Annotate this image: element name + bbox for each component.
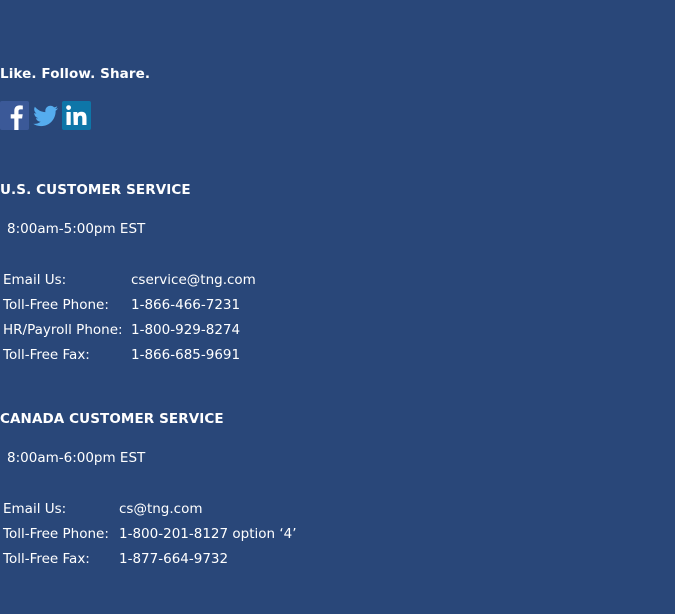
us-email-label: Email Us: <box>3 271 67 288</box>
table-row: HR/Payroll Phone: 1-800-929-8274 <box>0 317 256 342</box>
canada-email-link[interactable]: cs@tng.com <box>116 496 297 521</box>
table-row: Toll-Free Phone: 1-866-466-7231 <box>0 292 256 317</box>
us-phone-label: Toll-Free Phone: <box>3 296 109 313</box>
canada-service-hours: 8:00am-6:00pm EST <box>7 450 146 466</box>
us-hr-phone-label: HR/Payroll Phone: <box>3 321 123 338</box>
social-links <box>0 101 91 130</box>
twitter-icon[interactable] <box>31 101 60 130</box>
canada-phone-label: Toll-Free Phone: <box>3 525 109 542</box>
us-email-link[interactable]: cservice@tng.com <box>128 267 256 292</box>
table-row: Email Us: cservice@tng.com <box>0 267 256 292</box>
canada-contact-table: Email Us: cs@tng.com Toll-Free Phone: 1-… <box>0 496 297 571</box>
us-hr-phone-value: 1-800-929-8274 <box>131 321 241 338</box>
canada-fax-label: Toll-Free Fax: <box>3 550 90 567</box>
canada-phone-value: 1-800-201-8127 option ‘4’ <box>119 525 297 542</box>
facebook-icon[interactable] <box>0 101 29 130</box>
us-phone-value: 1-866-466-7231 <box>131 296 241 313</box>
us-service-heading: U.S. CUSTOMER SERVICE <box>0 182 191 198</box>
canada-service-heading: CANADA CUSTOMER SERVICE <box>0 411 224 427</box>
table-row: Toll-Free Phone: 1-800-201-8127 option ‘… <box>0 521 297 546</box>
table-row: Email Us: cs@tng.com <box>0 496 297 521</box>
us-service-hours: 8:00am-5:00pm EST <box>7 221 146 237</box>
table-row: Toll-Free Fax: 1-877-664-9732 <box>0 546 297 571</box>
us-fax-label: Toll-Free Fax: <box>3 346 90 363</box>
canada-fax-value: 1-877-664-9732 <box>119 550 229 567</box>
us-contact-table: Email Us: cservice@tng.com Toll-Free Pho… <box>0 267 256 367</box>
social-tagline: Like. Follow. Share. <box>0 66 151 82</box>
us-fax-value: 1-866-685-9691 <box>131 346 241 363</box>
table-row: Toll-Free Fax: 1-866-685-9691 <box>0 342 256 367</box>
canada-email-label: Email Us: <box>3 500 67 517</box>
linkedin-icon[interactable] <box>62 101 91 130</box>
